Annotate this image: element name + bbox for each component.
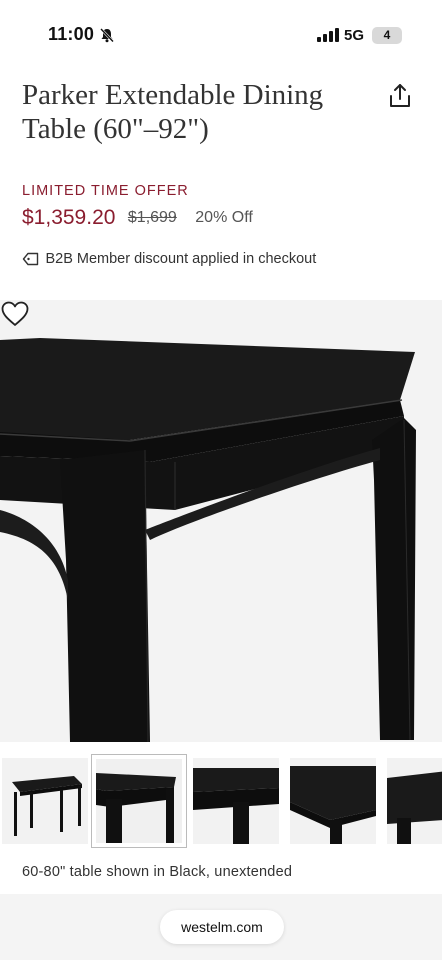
- offer-label: LIMITED TIME OFFER: [22, 183, 189, 199]
- bell-slash-icon: [100, 28, 114, 43]
- share-icon[interactable]: [386, 82, 414, 110]
- thumbnail-3[interactable]: [193, 758, 279, 844]
- tag-icon: [22, 252, 39, 265]
- browser-bottom-bar: westelm.com: [0, 894, 442, 960]
- price-row: $1,359.20 $1,699 20% Off: [22, 206, 253, 236]
- original-price: $1,699: [127, 209, 177, 226]
- product-title: Parker Extendable Dining Table (60"–92"): [22, 79, 324, 145]
- signal-icon: [317, 28, 339, 42]
- thumbnail-2-selected[interactable]: [91, 754, 187, 848]
- url-bar[interactable]: westelm.com: [160, 910, 284, 944]
- heart-icon[interactable]: [0, 300, 30, 328]
- thumbnail-5[interactable]: [387, 758, 442, 844]
- image-caption: 60-80" table shown in Black, unextended: [22, 864, 293, 880]
- status-bar: 11:00 5G 4: [0, 0, 442, 62]
- product-main-image[interactable]: [0, 300, 442, 742]
- image-thumbnails: [0, 754, 442, 850]
- sale-price: $1,359.20: [22, 206, 116, 229]
- table-illustration: [0, 338, 416, 742]
- network-label: 5G: [344, 27, 365, 44]
- thumbnail-4[interactable]: [290, 758, 376, 844]
- discount-label: 20% Off: [195, 209, 253, 226]
- member-note-text: B2B Member discount applied in checkout: [45, 250, 317, 267]
- member-discount-note: B2B Member discount applied in checkout: [22, 250, 316, 270]
- status-time: 11:00: [48, 24, 95, 44]
- battery-indicator: 4: [372, 27, 402, 44]
- thumbnail-1[interactable]: [2, 758, 88, 844]
